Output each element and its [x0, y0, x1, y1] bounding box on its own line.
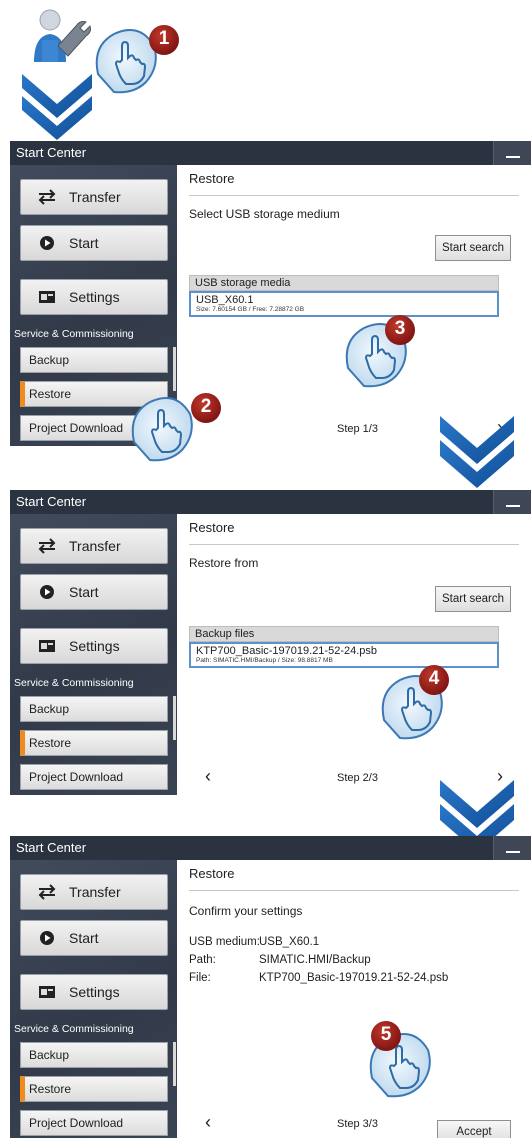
title-divider	[189, 890, 519, 891]
play-circle-icon	[37, 584, 57, 600]
start-label: Start	[69, 930, 99, 946]
transfer-arrows-icon	[37, 884, 57, 900]
sidebar-scrollbar[interactable]	[173, 1042, 176, 1086]
section-label: Service & Commissioning	[14, 328, 134, 340]
screen-step-1: Start Center Transfer Start Settings Ser…	[10, 141, 531, 446]
transfer-button[interactable]: Transfer	[20, 528, 168, 564]
minimize-button[interactable]	[493, 836, 531, 860]
titlebar: Start Center	[10, 490, 531, 514]
sidebar-item-backup[interactable]: Backup	[20, 1042, 168, 1068]
section-label: Service & Commissioning	[14, 677, 134, 689]
settings-panel-icon	[37, 289, 57, 305]
start-button[interactable]: Start	[20, 225, 168, 261]
double-chevron-down-icon	[436, 412, 518, 495]
list-item-name: KTP700_Basic-197019.21-52-24.psb	[196, 645, 378, 657]
chevron-left-icon[interactable]: ‹	[205, 766, 211, 787]
step-indicator: Step 3/3	[337, 1118, 378, 1130]
settings-panel-icon	[37, 984, 57, 1000]
transfer-label: Transfer	[69, 189, 121, 205]
sidebar-item-project-download[interactable]: Project Download	[20, 764, 168, 790]
transfer-arrows-icon	[37, 189, 57, 205]
settings-button[interactable]: Settings	[20, 628, 168, 664]
content-panel: Restore Restore from Start search Backup…	[177, 514, 531, 795]
settings-button[interactable]: Settings	[20, 974, 168, 1010]
section-label: Service & Commissioning	[14, 1023, 134, 1035]
page-subtitle: Confirm your settings	[189, 904, 303, 918]
start-search-button[interactable]: Start search	[435, 586, 511, 612]
step-badge-number: 1	[158, 28, 170, 49]
play-circle-icon	[37, 235, 57, 251]
sidebar: Transfer Start Settings Service & Commis…	[10, 860, 177, 1138]
step-badge-2: 2	[190, 392, 222, 424]
user-settings-icon[interactable]	[28, 6, 96, 68]
window-title: Start Center	[16, 145, 87, 160]
settings-panel-icon	[37, 638, 57, 654]
usb-medium-label: USB medium:	[189, 936, 260, 948]
step-badge-number: 3	[394, 318, 406, 339]
settings-button[interactable]: Settings	[20, 279, 168, 315]
list-item-name: USB_X60.1	[196, 294, 254, 306]
step-badge-number: 5	[380, 1024, 392, 1045]
transfer-button[interactable]: Transfer	[20, 874, 168, 910]
start-search-button[interactable]: Start search	[435, 235, 511, 261]
transfer-button[interactable]: Transfer	[20, 179, 168, 215]
sidebar-item-backup[interactable]: Backup	[20, 696, 168, 722]
list-item-detail: Path: SIMATIC.HMI/Backup / Size: 98.8817…	[196, 657, 333, 664]
list-item-detail: Size: 7.60154 GB / Free: 7.28872 GB	[196, 306, 305, 313]
play-circle-icon	[37, 930, 57, 946]
chevron-left-icon[interactable]: ‹	[205, 1112, 211, 1133]
minimize-button[interactable]	[493, 141, 531, 165]
step-badge-3: 3	[384, 314, 416, 346]
window-title: Start Center	[16, 494, 87, 509]
transfer-arrows-icon	[37, 538, 57, 554]
start-label: Start	[69, 235, 99, 251]
accept-button[interactable]: Accept	[437, 1120, 511, 1138]
file-value: KTP700_Basic-197019.21-52-24.psb	[259, 972, 449, 984]
content-panel: Restore Confirm your settings USB medium…	[177, 860, 531, 1138]
minimize-button[interactable]	[493, 490, 531, 514]
step-badge-1: 1	[148, 24, 180, 56]
settings-label: Settings	[69, 984, 120, 1000]
transfer-label: Transfer	[69, 884, 121, 900]
list-header: Backup files	[189, 626, 499, 642]
start-label: Start	[69, 584, 99, 600]
sidebar-item-restore[interactable]: Restore	[20, 730, 168, 756]
usb-medium-value: USB_X60.1	[259, 936, 320, 948]
titlebar: Start Center	[10, 141, 531, 165]
settings-label: Settings	[69, 638, 120, 654]
titlebar: Start Center	[10, 836, 531, 860]
page-subtitle: Restore from	[189, 556, 259, 570]
step-badge-number: 4	[428, 668, 440, 689]
double-chevron-down-icon	[18, 70, 96, 145]
step-badge-4: 4	[418, 664, 450, 696]
file-label: File:	[189, 972, 211, 984]
title-divider	[189, 195, 519, 196]
step-indicator: Step 2/3	[337, 772, 378, 784]
settings-label: Settings	[69, 289, 120, 305]
list-header: USB storage media	[189, 275, 499, 291]
sidebar-item-project-download[interactable]: Project Download	[20, 1110, 168, 1136]
title-divider	[189, 544, 519, 545]
step-badge-5: 5	[370, 1020, 402, 1052]
path-value: SIMATIC.HMI/Backup	[259, 954, 371, 966]
step-indicator: Step 1/3	[337, 423, 378, 435]
sidebar: Transfer Start Settings Service & Commis…	[10, 514, 177, 795]
transfer-label: Transfer	[69, 538, 121, 554]
page-title: Restore	[189, 520, 235, 535]
window-title: Start Center	[16, 840, 87, 855]
page-title: Restore	[189, 171, 235, 186]
sidebar-item-restore[interactable]: Restore	[20, 1076, 168, 1102]
start-button[interactable]: Start	[20, 574, 168, 610]
page-title: Restore	[189, 866, 235, 881]
start-button[interactable]: Start	[20, 920, 168, 956]
step-badge-number: 2	[200, 396, 212, 417]
sidebar-scrollbar[interactable]	[173, 696, 176, 740]
path-label: Path:	[189, 954, 216, 966]
sidebar-item-backup[interactable]: Backup	[20, 347, 168, 373]
page-subtitle: Select USB storage medium	[189, 207, 340, 221]
content-panel: Restore Select USB storage medium Start …	[177, 165, 531, 446]
